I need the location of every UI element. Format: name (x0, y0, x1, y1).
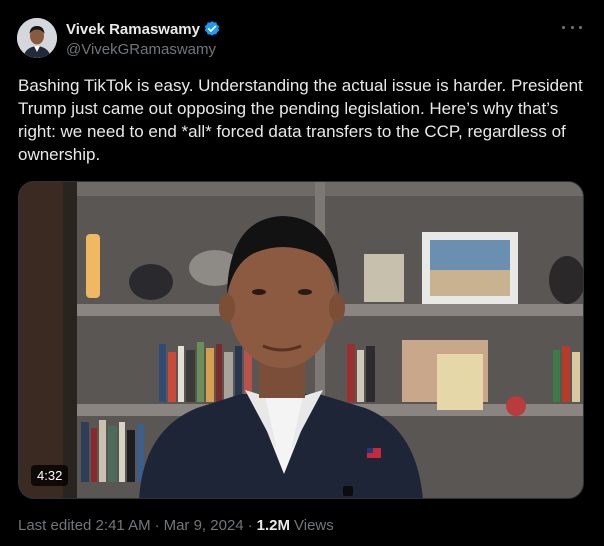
edited-timestamp[interactable]: Last edited 2:41 AM (18, 517, 151, 534)
tweet: Vivek Ramaswamy @VivekGRamaswamy Bashing… (0, 0, 604, 546)
tweet-date[interactable]: Mar 9, 2024 (164, 517, 244, 534)
avatar[interactable] (17, 18, 57, 58)
meta-separator-2: · (247, 517, 253, 534)
more-options-icon[interactable] (562, 20, 582, 34)
video-frame (19, 182, 583, 498)
tweet-text: Bashing TikTok is easy. Understanding th… (18, 76, 583, 164)
views-count: 1.2M (256, 517, 290, 534)
video-duration: 4:32 (31, 465, 69, 486)
verified-badge-icon (203, 20, 221, 38)
author-display-name[interactable]: Vivek Ramaswamy (66, 21, 200, 38)
views-label: Views (294, 517, 334, 534)
author-handle[interactable]: @VivekGRamaswamy (66, 41, 221, 58)
meta-separator: · (154, 517, 160, 534)
author-info: Vivek Ramaswamy @VivekGRamaswamy (66, 20, 221, 58)
video-player[interactable]: 4:32 (18, 181, 584, 499)
tweet-meta: Last edited 2:41 AM · Mar 9, 2024 · 1.2M… (18, 517, 334, 534)
